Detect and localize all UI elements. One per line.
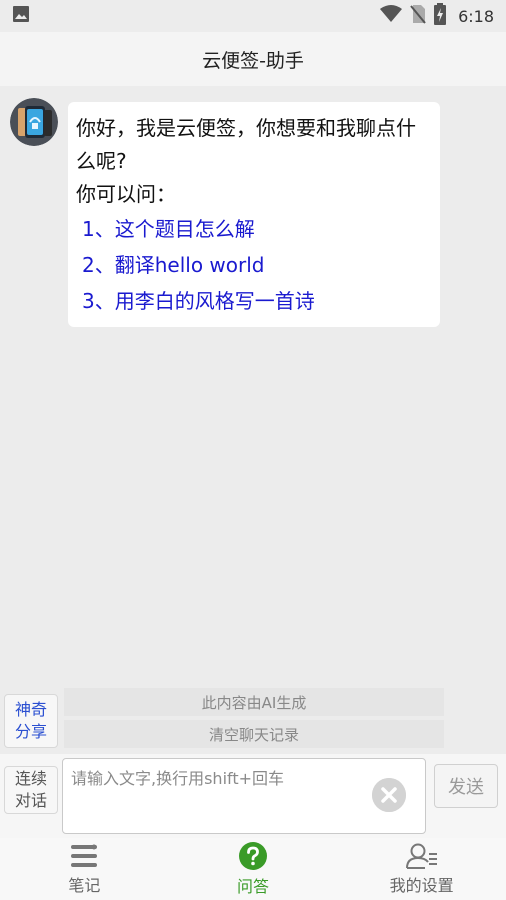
tab-label: 问答 [237, 877, 270, 896]
tab-label: 我的设置 [389, 876, 454, 895]
image-icon [12, 5, 30, 27]
assistant-avatar [10, 98, 58, 146]
send-button[interactable]: 发送 [434, 764, 498, 808]
status-time: 6:18 [458, 6, 494, 26]
suggestion-link[interactable]: 3、用李白的风格写一首诗 [76, 283, 432, 319]
greeting-text: 你好，我是云便签，你想要和我聊点什么呢? [76, 116, 416, 173]
assistant-message-bubble: 你好，我是云便签，你想要和我聊点什么呢? 你可以问： 1、这个题目怎么解 2、翻… [68, 102, 440, 327]
page-title: 云便签-助手 [202, 49, 304, 72]
wifi-icon [380, 5, 403, 27]
tab-notes[interactable]: 笔记 [0, 838, 169, 900]
clear-chat-button[interactable]: 清空聊天记录 [64, 720, 444, 748]
app-header: 云便签-助手 [0, 32, 506, 86]
input-bar: 连续对话 发送 [0, 754, 506, 838]
clear-input-icon[interactable] [372, 778, 406, 812]
magic-share-button[interactable]: 神奇分享 [4, 694, 58, 748]
bottom-tab-bar: 笔记 问答 我的设置 [0, 838, 506, 900]
no-sim-icon [410, 4, 426, 28]
list-icon [69, 842, 99, 870]
chat-area[interactable]: 你好，我是云便签，你想要和我聊点什么呢? 你可以问： 1、这个题目怎么解 2、翻… [0, 86, 506, 686]
suggestion-link[interactable]: 1、这个题目怎么解 [76, 211, 432, 247]
ai-generated-note: 此内容由AI生成 [64, 688, 444, 716]
prompt-text: 你可以问： [76, 182, 176, 206]
tab-settings[interactable]: 我的设置 [337, 838, 506, 900]
battery-charging-icon [434, 3, 447, 29]
suggestion-link[interactable]: 2、翻译hello world [76, 247, 432, 283]
tab-qa[interactable]: 问答 [169, 838, 338, 900]
user-settings-icon [405, 842, 439, 870]
tab-label: 笔记 [68, 876, 101, 895]
continuous-dialog-button[interactable]: 连续对话 [4, 766, 58, 814]
status-bar: 6:18 [0, 0, 506, 32]
question-icon [238, 841, 268, 871]
